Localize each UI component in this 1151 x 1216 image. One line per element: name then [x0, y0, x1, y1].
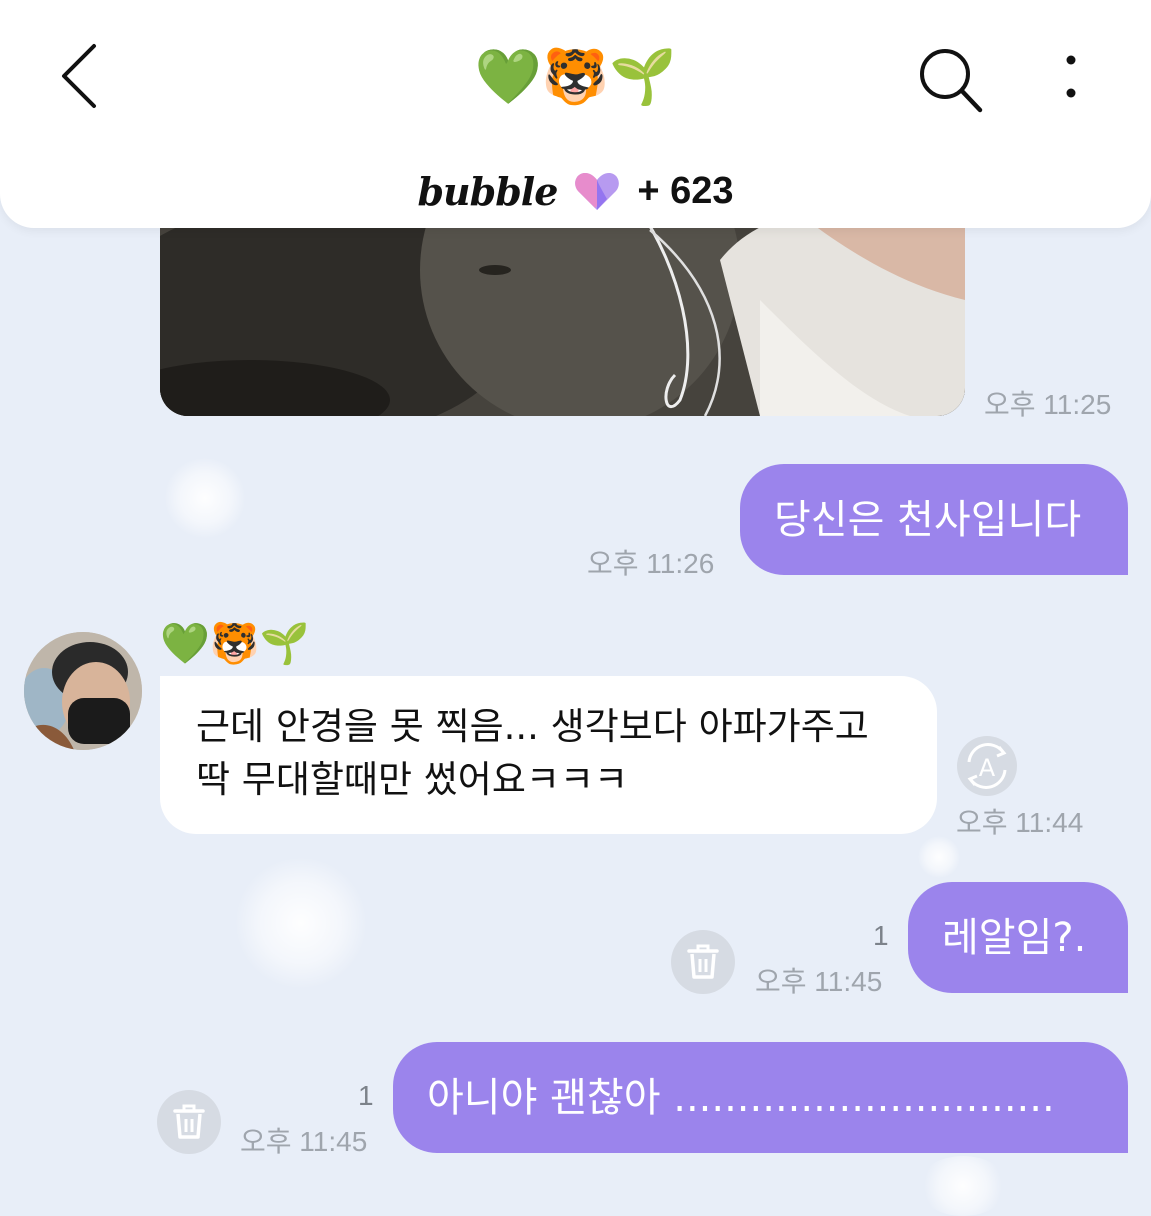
avatar-image — [24, 632, 142, 750]
brand-name: bubble — [417, 168, 558, 214]
unread-count: 1 — [873, 920, 889, 951]
message-timestamp: 오후 11:26 — [587, 548, 715, 579]
unread-count: 1 — [358, 1080, 374, 1111]
chat-header: 💚🐯🌱 bubble + 623 — [0, 0, 1151, 228]
translate-button[interactable]: A — [955, 734, 1019, 798]
message-timestamp: 오후 11:45 — [240, 1126, 368, 1157]
message-text: 당신은 천사입니다 — [774, 496, 1082, 543]
more-options-button[interactable] — [1050, 44, 1094, 120]
delete-button[interactable] — [157, 1090, 221, 1154]
trash-icon — [173, 1104, 205, 1139]
translate-icon: A — [957, 736, 1017, 796]
message-text: 아니야 괜찮아 .............................. — [427, 1074, 1055, 1121]
bubble-heart-icon — [575, 173, 620, 210]
message-text: 레알임?. — [942, 914, 1087, 961]
message-text: 근데 안경을 못 찍음... 생각보다 아파가주고 딱 무대할때만 썼어요ㅋㅋㅋ — [196, 705, 869, 801]
svg-text:A: A — [979, 754, 996, 782]
search-button[interactable] — [914, 44, 990, 120]
subscriber-count: + 623 — [637, 169, 734, 212]
search-icon — [920, 49, 983, 113]
message-timestamp: 오후 11:45 — [755, 966, 883, 997]
outgoing-message-bubble[interactable]: 당신은 천사입니다 — [740, 464, 1128, 575]
outgoing-message-bubble[interactable]: 레알임?. — [908, 882, 1128, 993]
background-speckle — [918, 836, 960, 878]
background-speckle — [918, 1156, 1008, 1216]
message-timestamp: 오후 11:44 — [956, 807, 1084, 838]
background-speckle — [165, 458, 245, 538]
sender-name: 💚🐯🌱 — [160, 621, 310, 667]
avatar[interactable] — [24, 632, 142, 750]
more-vertical-icon — [1066, 55, 1076, 98]
outgoing-message-bubble[interactable]: 아니야 괜찮아 .............................. — [393, 1042, 1128, 1153]
message-timestamp: 오후 11:25 — [984, 389, 1112, 420]
delete-button[interactable] — [671, 930, 735, 994]
background-speckle — [236, 858, 366, 988]
subscription-bar: bubble + 623 — [0, 166, 1151, 216]
trash-icon — [687, 944, 719, 979]
incoming-message-bubble[interactable]: 근데 안경을 못 찍음... 생각보다 아파가주고 딱 무대할때만 썼어요ㅋㅋㅋ — [160, 676, 937, 834]
